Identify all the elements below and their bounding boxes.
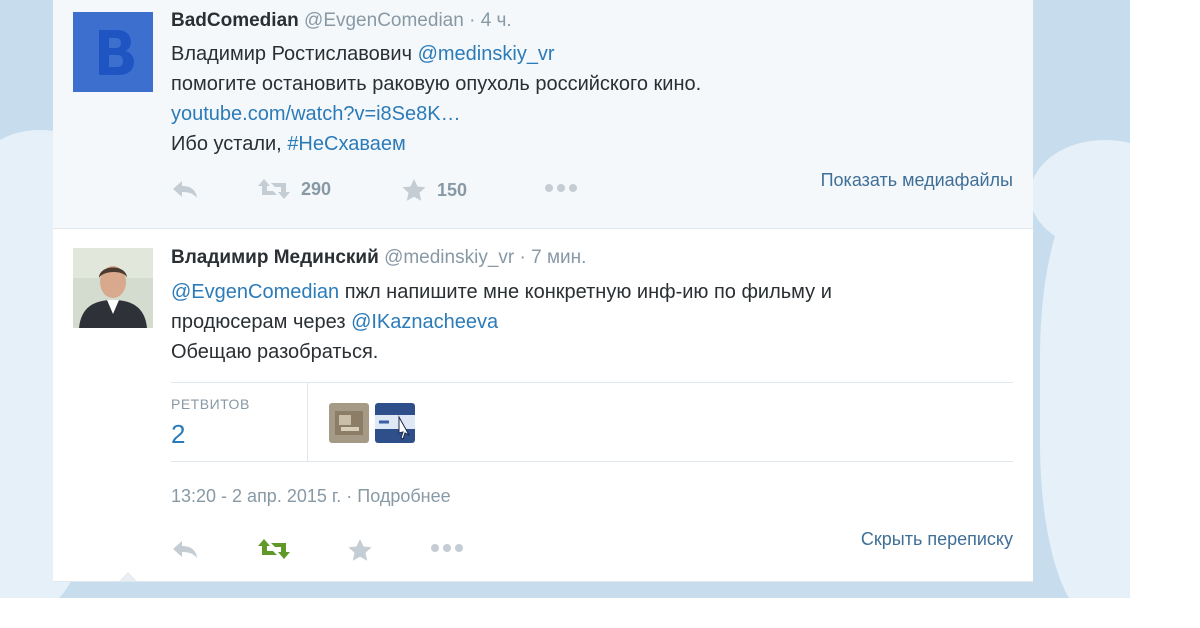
more-button[interactable] — [429, 542, 465, 554]
retweeter-photo — [329, 403, 369, 443]
retweeter-avatar[interactable] — [375, 403, 415, 443]
avatar[interactable] — [73, 248, 153, 328]
reply-icon — [173, 541, 197, 558]
hide-conversation-link[interactable]: Скрыть переписку — [861, 529, 1013, 550]
tweet-header: Владимир Мединский @medinskiy_vr · 7 мин… — [171, 247, 586, 269]
text-fragment: Ибо устали, — [171, 133, 288, 155]
text-fragment: продюсерам через — [171, 311, 352, 333]
mention-link[interactable]: @EvgenComedian — [171, 281, 339, 303]
text-fragment: Владимир Ростиславович — [171, 43, 418, 65]
reply-icon — [173, 181, 197, 198]
tweet-text: Владимир Ростиславович @medinskiy_vr пом… — [171, 39, 701, 159]
mention-link[interactable]: @IKaznacheeva — [351, 311, 498, 333]
retweet-button[interactable] — [257, 538, 291, 560]
favorite-button[interactable]: 150 — [401, 178, 467, 202]
author-handle[interactable]: @medinskiy_vr — [384, 247, 514, 268]
reply-button[interactable] — [171, 178, 199, 200]
star-icon — [402, 179, 426, 201]
tweet-timestamp[interactable]: 13:20 - 2 апр. 2015 г. — [171, 486, 341, 506]
divider — [307, 383, 308, 461]
hashtag-link[interactable]: #НеСхаваем — [287, 133, 405, 155]
text-fragment: пжл напишите мне конкретную инф-ию по фи… — [339, 281, 832, 303]
mention-link[interactable]: @medinskiy_vr — [418, 43, 555, 65]
conversation-card: BadComedian @EvgenComedian · 4 ч. Владим… — [53, 0, 1033, 582]
retweet-icon — [258, 539, 290, 559]
details-link[interactable]: Подробнее — [357, 486, 450, 506]
separator-dot: · — [519, 247, 526, 268]
divider — [53, 581, 1033, 582]
text-line: Владимир Ростиславович @medinskiy_vr — [171, 39, 701, 69]
retweet-button[interactable]: 290 — [257, 178, 331, 200]
retweet-count: 290 — [301, 178, 332, 199]
more-icon — [545, 184, 577, 192]
author-handle[interactable]: @EvgenComedian — [304, 10, 464, 31]
text-line: Обещаю разобраться. — [171, 341, 379, 363]
favorite-count: 150 — [437, 179, 468, 200]
text-line: продюсерам через @IKaznacheeva — [171, 307, 832, 337]
retweeter-avatar[interactable] — [329, 403, 369, 443]
reply-button[interactable] — [171, 538, 199, 560]
text-line: @EvgenComedian пжл напишите мне конкретн… — [171, 277, 832, 307]
text-line: Ибо устали, #НеСхаваем — [171, 129, 701, 159]
retweet-icon — [258, 179, 290, 199]
show-media-link[interactable]: Показать медиафайлы — [821, 170, 1013, 191]
avatar[interactable] — [73, 12, 153, 92]
retweets-label: РЕТВИТОВ — [171, 396, 250, 412]
separator-dot: · — [346, 486, 358, 506]
user-photo — [73, 248, 153, 328]
retweets-count[interactable]: 2 — [171, 419, 185, 450]
tweet-header: BadComedian @EvgenComedian · 4 ч. — [171, 10, 512, 32]
retweeter-photo — [375, 403, 415, 443]
author-name[interactable]: Владимир Мединский — [171, 247, 379, 268]
more-icon — [431, 544, 463, 552]
favorite-button[interactable] — [347, 538, 373, 562]
star-icon — [348, 539, 372, 561]
author-name[interactable]: BadComedian — [171, 10, 299, 31]
tweet-time[interactable]: 4 ч. — [481, 10, 512, 31]
tweet-text: @EvgenComedian пжл напишите мне конкретн… — [171, 277, 832, 367]
tweet-time[interactable]: 7 мин. — [531, 247, 586, 268]
text-line: помогите остановить раковую опухоль росс… — [171, 73, 702, 95]
tweet-meta: 13:20 - 2 апр. 2015 г. · Подробнее — [171, 486, 451, 507]
url-link[interactable]: youtube.com/watch?v=i8Se8K… — [171, 99, 701, 129]
separator-dot: · — [469, 10, 476, 31]
tweet-stats: РЕТВИТОВ 2 — [171, 382, 1013, 462]
vk-logo-icon — [73, 12, 153, 92]
cloud-decoration — [1040, 180, 1130, 598]
more-button[interactable] — [543, 182, 579, 194]
